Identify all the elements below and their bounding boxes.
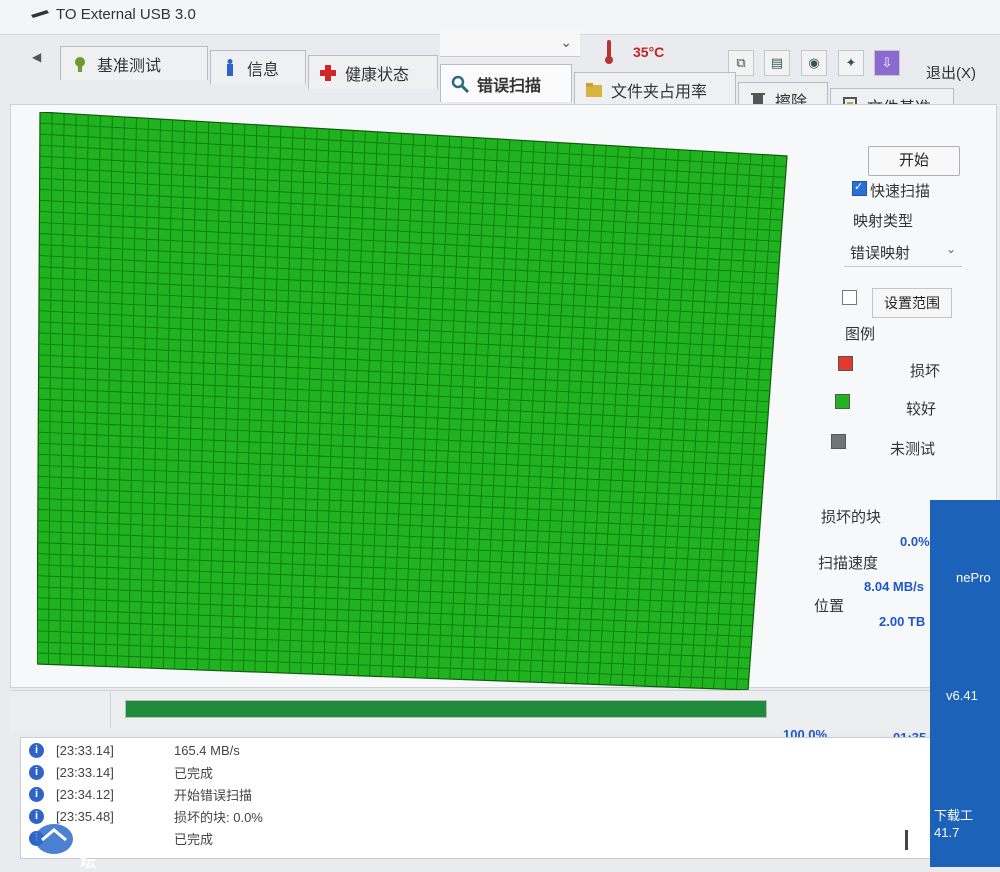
map-type-value: 错误映射 (850, 245, 911, 262)
quick-scan-checkbox[interactable] (852, 180, 867, 196)
watermark-logo-icon (35, 824, 73, 854)
log-message: 165.4 MB/s (174, 742, 240, 758)
benchmark-icon (75, 56, 85, 72)
log-row: i [23:33.14] 165.4 MB/s (29, 740, 240, 760)
legend-swatch-bad (838, 356, 853, 371)
info-icon: i (29, 786, 44, 802)
log-scrollbar[interactable] (905, 830, 908, 850)
map-type-label: 映射类型 (853, 213, 914, 230)
scan-progress-bar (125, 700, 767, 718)
watermark-site: JDBBS.COM (82, 844, 135, 854)
start-button[interactable]: 开始 (868, 146, 960, 176)
bad-blocks-value: 0.0% (900, 534, 930, 549)
chevron-down-icon: ⌄ (560, 34, 572, 50)
tab-label: 基准测试 (97, 57, 162, 75)
scan-block-map (37, 112, 788, 691)
folder-icon (586, 82, 602, 97)
log-row: i [23:34.12] 开始错误扫描 (29, 784, 252, 804)
save-icon[interactable]: ✦ (838, 50, 864, 76)
tab-info[interactable]: 信息 (210, 50, 306, 84)
tab-error-scan[interactable]: 错误扫描 (440, 64, 572, 102)
legend-label-bad: 损坏 (910, 363, 941, 380)
position-value: 2.00 TB (879, 614, 926, 629)
legend-label-good: 较好 (906, 401, 937, 418)
copy-text-icon[interactable]: ▤ (764, 50, 790, 76)
quick-scan-label: 快速扫描 (870, 183, 931, 200)
download-icon[interactable]: ⇩ (874, 50, 900, 76)
magnifier-icon (451, 75, 469, 93)
camera-icon[interactable]: ◉ (801, 50, 827, 76)
chevron-down-icon: ⌄ (945, 242, 956, 256)
tab-health[interactable]: 健康状态 (308, 55, 438, 89)
log-message: 损坏的块: 0.0% (174, 809, 263, 825)
legend-label-untested: 未测试 (890, 441, 936, 458)
legend-label: 图例 (845, 326, 876, 343)
window-title: TO External USB 3.0 (56, 6, 196, 23)
log-time: [23:34.12] (56, 786, 114, 802)
tab-label: 健康状态 (345, 66, 410, 84)
info-icon (227, 58, 233, 76)
desktop-item-label: v6.41 (946, 688, 978, 703)
scan-progress-fill (126, 701, 766, 717)
tab-benchmark[interactable]: 基准测试 (60, 46, 208, 80)
log-message: 已完成 (174, 765, 214, 781)
thermometer-icon (605, 40, 613, 64)
app-drive-icon (31, 10, 49, 18)
info-icon: i (29, 742, 44, 758)
desktop-item-label: 下载工 (934, 808, 974, 823)
log-row: i [23:33.14] 已完成 (29, 762, 213, 782)
legend-swatch-untested (831, 434, 846, 449)
map-type-select[interactable]: 错误映射 ⌄ (844, 236, 962, 267)
log-time: [23:33.14] (56, 742, 114, 758)
event-log[interactable]: i [23:33.14] 165.4 MB/s i [23:33.14] 已完成… (20, 737, 932, 859)
log-message: 开始错误扫描 (174, 787, 253, 803)
legend-swatch-good (835, 394, 850, 409)
log-time: [23:33.14] (56, 764, 114, 780)
scan-speed-label: 扫描速度 (818, 555, 879, 572)
log-message: 已完成 (174, 831, 214, 847)
tab-label: 错误扫描 (477, 77, 542, 95)
desktop-item-label: 41.7 (934, 825, 960, 840)
site-watermark: 家电论坛 JDBBS.COM (34, 822, 135, 871)
tab-folder-usage[interactable]: 文件夹占用率 (574, 72, 736, 106)
tab-label: 文件夹占用率 (611, 83, 708, 101)
info-icon: i (29, 764, 44, 780)
set-range-checkbox[interactable] (842, 290, 857, 305)
desktop-background: nePro v6.41 下载工 41.7 (930, 500, 1000, 867)
progress-left-cell (10, 692, 111, 728)
set-range-button[interactable]: 设置范围 (872, 288, 952, 318)
health-cross-icon (320, 64, 336, 81)
desktop-item-label: nePro (956, 570, 991, 585)
position-label: 位置 (814, 598, 845, 615)
scan-speed-value: 8.04 MB/s (864, 579, 924, 594)
temperature-readout: 35°C (633, 44, 665, 60)
device-select[interactable]: ⌄ (440, 30, 580, 57)
exit-button[interactable]: 退出(X) (926, 62, 986, 90)
bad-blocks-label: 损坏的块 (821, 509, 882, 526)
tab-scroll-left-icon[interactable]: ◀ (32, 50, 41, 64)
tab-label: 信息 (247, 61, 280, 79)
